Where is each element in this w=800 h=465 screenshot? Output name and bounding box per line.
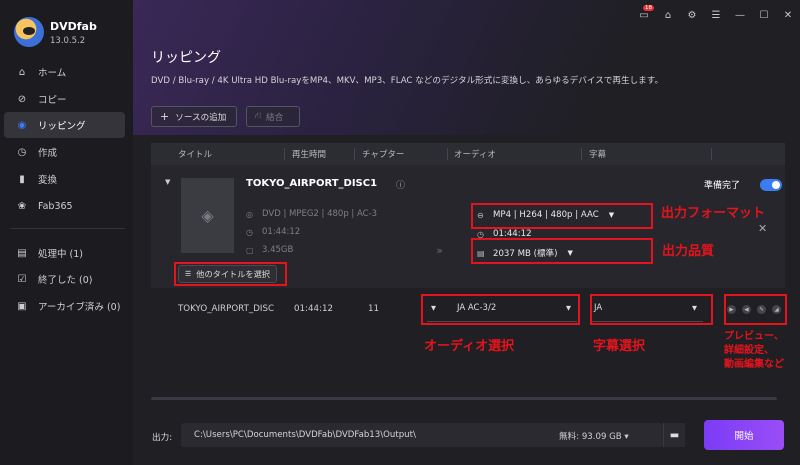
annotation-box-audio — [421, 294, 580, 325]
sidebar-item-creator[interactable]: ◷ 作成 — [4, 139, 125, 165]
convert-arrow-icon: ››› — [436, 244, 443, 257]
disc-title: TOKYO_AIRPORT_DISC1 — [246, 178, 378, 189]
finished-icon: ☑ — [17, 273, 27, 285]
sidebar-item-label: Fab365 — [38, 200, 73, 212]
add-source-button[interactable]: + ソースの追加 — [151, 106, 237, 127]
track-duration: 01:44:12 — [294, 304, 334, 314]
disc-duration: ◷ 01:44:12 — [246, 227, 300, 237]
merge-button[interactable]: ⛙ 結合 — [246, 106, 300, 127]
collapse-icon[interactable]: ▼ — [165, 178, 170, 186]
remove-icon[interactable]: ✕ — [758, 222, 767, 235]
sidebar-item-label: 処理中 (1) — [38, 249, 83, 260]
output-path-text: C:\Users\PC\Documents\DVDFab\DVDFab13\Ou… — [194, 430, 416, 440]
sidebar-item-fab365[interactable]: ❀ Fab365 — [4, 193, 125, 219]
disc-icon: ◎ — [246, 209, 253, 219]
notification-badge: 18 — [643, 5, 654, 11]
disc-size-text: 3.45GB — [262, 245, 294, 255]
sidebar-item-label: 変換 — [38, 175, 58, 186]
sidebar-item-label: 終了した (0) — [38, 275, 93, 286]
annotation-box-select-title — [174, 262, 287, 286]
sidebar-item-label: ホーム — [38, 68, 67, 79]
page-description: DVD / Blu-ray / 4K Ultra HD Blu-rayをMP4、… — [151, 76, 664, 86]
maximize-icon[interactable]: ☐ — [752, 6, 776, 24]
sidebar-divider — [10, 228, 125, 229]
settings-icon[interactable]: ⚙ — [680, 6, 704, 24]
track-chapters: 11 — [368, 304, 380, 314]
main-panel: ▭ 18 ⌂ ⚙ ☰ — ☐ ✕ リッピング DVD / Blu-ray / 4K… — [133, 0, 800, 465]
sidebar-item-copy[interactable]: ⊘ コピー — [4, 86, 125, 112]
clock-icon: ◷ — [246, 227, 253, 237]
annotation-box-actions — [724, 294, 787, 325]
menu-icon[interactable]: ☰ — [704, 6, 728, 24]
annotation-box-subtitle — [590, 294, 713, 325]
column-audio: オーディオ — [454, 150, 496, 160]
annotation-box-format — [471, 203, 653, 229]
titlebar-controls: ▭ 18 ⌂ ⚙ ☰ — ☐ ✕ — [632, 5, 800, 24]
track-title: TOKYO_AIRPORT_DISC — [178, 304, 275, 314]
footer: 出力: C:\Users\PC\Documents\DVDFab\DVDFab1… — [133, 414, 800, 465]
sidebar-item-ripper[interactable]: ◉ リッピング — [4, 112, 125, 138]
disc-size: ▢ 3.45GB — [246, 245, 293, 255]
annotation-output-format: 出力フォーマット — [661, 206, 766, 221]
sidebar-item-processing[interactable]: ▤ 処理中 (1) — [4, 240, 125, 266]
ripper-icon: ◉ — [17, 119, 27, 131]
output-label: 出力: — [152, 433, 173, 443]
free-space[interactable]: 無料: 93.09 GB ▾ — [559, 430, 629, 442]
plus-icon: + — [160, 110, 170, 123]
annotation-preview: プレビュー、 詳細設定、 動画編集など — [724, 331, 784, 370]
close-icon[interactable]: ✕ — [776, 6, 800, 24]
annotation-subtitle-select: 字幕選択 — [593, 339, 646, 354]
archive-icon: ▣ — [17, 300, 27, 312]
store-icon[interactable]: ⌂ — [656, 6, 680, 24]
sidebar: DVDfab 13.0.5.2 ⌂ ホーム ⊘ コピー ◉ リッピング ◷ 作成… — [0, 0, 133, 465]
disc-duration-text: 01:44:12 — [262, 227, 301, 237]
minimize-icon[interactable]: — — [728, 6, 752, 24]
annotation-audio-select: オーディオ選択 — [424, 339, 515, 354]
column-duration: 再生時間 — [292, 150, 327, 160]
sidebar-item-finished[interactable]: ☑ 終了した (0) — [4, 266, 125, 292]
dvdfab-logo-icon — [14, 17, 44, 47]
sidebar-item-home[interactable]: ⌂ ホーム — [4, 59, 125, 85]
creator-icon: ◷ — [17, 146, 27, 158]
merge-label: 結合 — [266, 112, 284, 123]
info-icon[interactable]: ⓘ — [396, 178, 405, 191]
notification-icon[interactable]: ▭ 18 — [632, 5, 656, 24]
annotation-output-quality: 出力品質 — [662, 244, 715, 259]
table-header: タイトル 再生時間 チャプター オーディオ 字幕 — [151, 143, 785, 165]
folder-icon[interactable]: ▬ — [663, 423, 685, 447]
page-title: リッピング — [151, 50, 221, 66]
processing-icon: ▤ — [17, 247, 27, 259]
annotation-box-quality — [471, 238, 653, 264]
fab365-icon: ❀ — [17, 200, 27, 212]
add-source-label: ソースの追加 — [175, 112, 227, 123]
column-title: タイトル — [178, 150, 213, 160]
sidebar-item-converter[interactable]: ▮ 変換 — [4, 166, 125, 192]
file-icon: ▢ — [246, 245, 254, 255]
sidebar-item-label: 作成 — [38, 148, 58, 159]
merge-icon: ⛙ — [255, 111, 262, 121]
column-subtitle: 字幕 — [589, 150, 607, 160]
converter-icon: ▮ — [19, 173, 25, 185]
app-version: 13.0.5.2 — [50, 36, 86, 46]
app-name: DVDfab — [50, 20, 97, 33]
disc-thumbnail: ◈ — [181, 178, 234, 253]
status-label: 準備完了 — [704, 181, 741, 191]
sidebar-item-label: コピー — [38, 95, 67, 106]
sidebar-item-label: リッピング — [38, 121, 86, 132]
disc-format-text: DVD | MPEG2 | 480p | AC-3 — [262, 209, 378, 219]
ready-toggle[interactable] — [760, 179, 782, 191]
horizontal-scrollbar[interactable] — [151, 397, 777, 400]
start-button[interactable]: 開始 — [704, 420, 784, 450]
sidebar-item-archived[interactable]: ▣ アーカイブ済み (0) — [4, 293, 125, 319]
sidebar-item-label: アーカイブ済み (0) — [38, 302, 121, 313]
disc-format-info: ◎ DVD | MPEG2 | 480p | AC-3 — [246, 209, 377, 219]
column-chapters: チャプター — [362, 150, 405, 160]
home-icon: ⌂ — [18, 66, 26, 78]
copy-icon: ⊘ — [17, 93, 27, 105]
